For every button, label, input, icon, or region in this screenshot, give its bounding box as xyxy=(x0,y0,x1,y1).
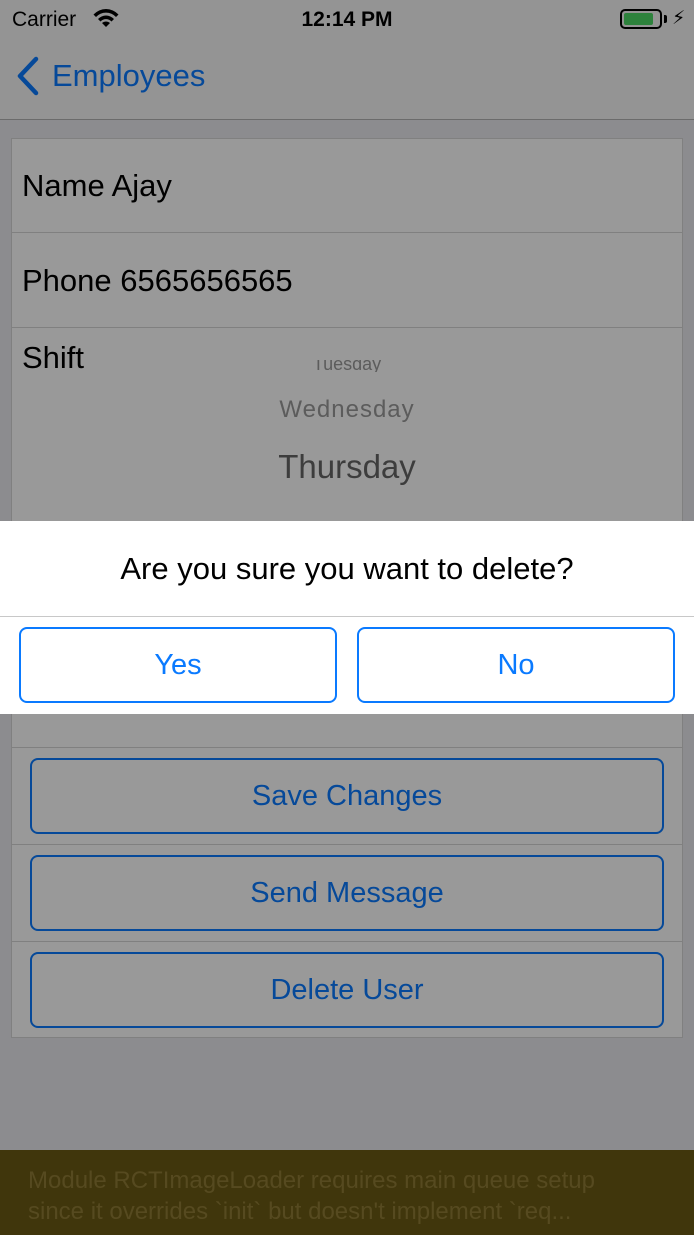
no-button[interactable]: No xyxy=(357,627,675,703)
dialog-divider xyxy=(0,616,694,617)
dialog-message: Are you sure you want to delete? xyxy=(120,551,574,586)
delete-confirm-dialog: Are you sure you want to delete? Yes No xyxy=(0,521,694,714)
yes-button[interactable]: Yes xyxy=(19,627,337,703)
